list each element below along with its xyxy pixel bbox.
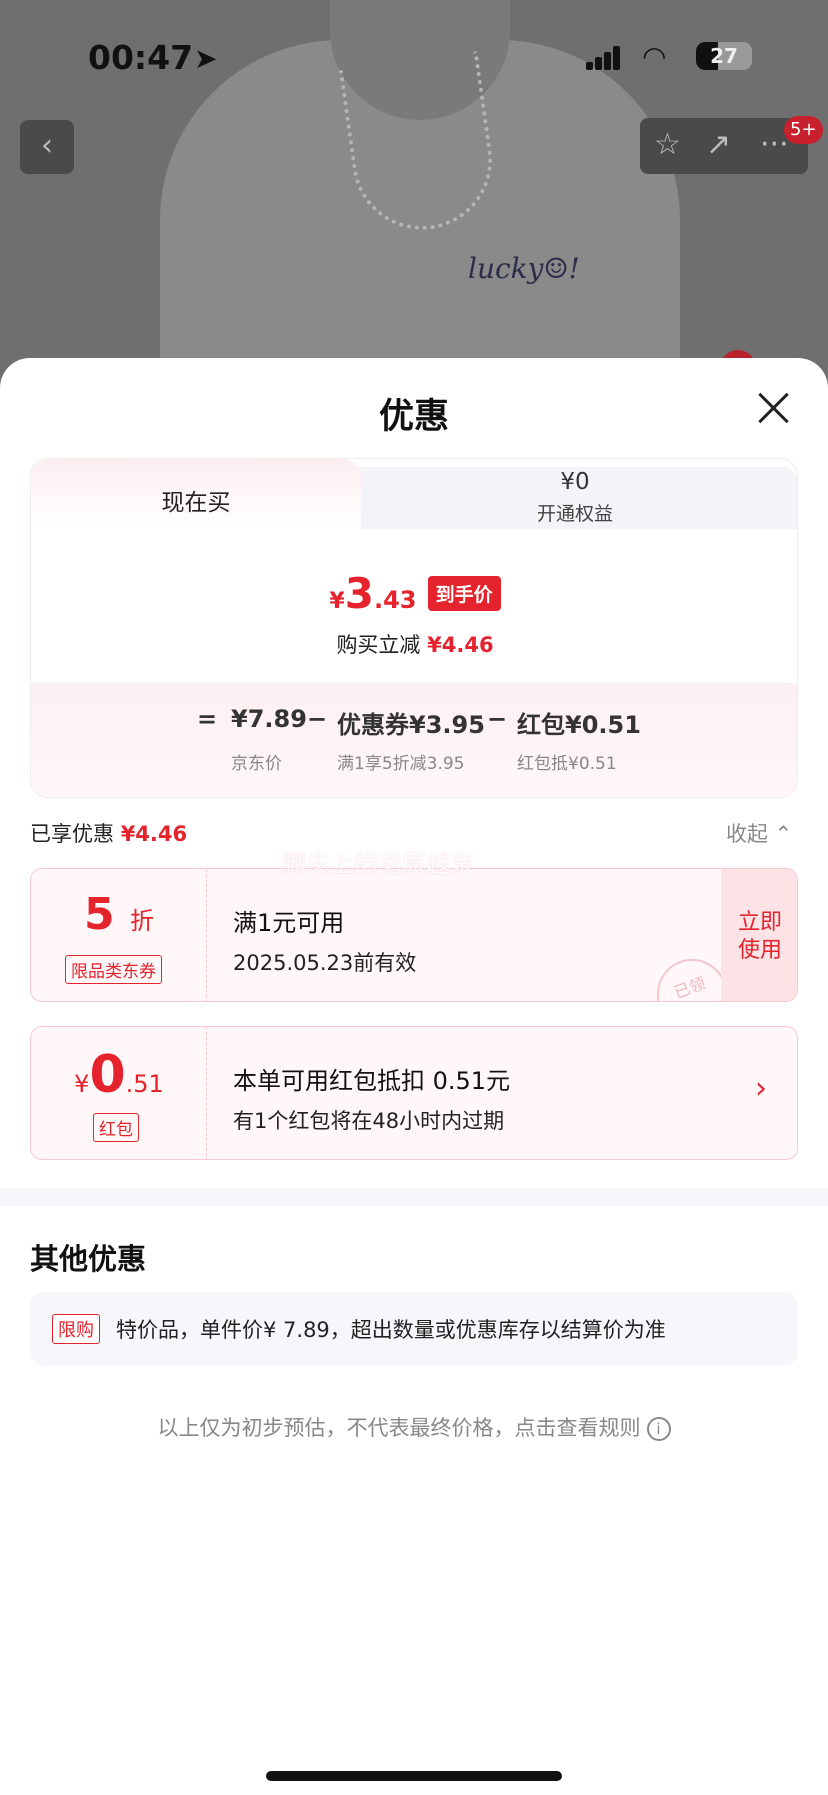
message-badge: 5+ — [784, 116, 823, 144]
redpacket-note: 有1个红包将在48小时内过期 — [233, 1109, 505, 1133]
back-button[interactable]: ‹ — [20, 120, 74, 174]
price-card: ¥0 开通权益 现在买 ¥3.43 到手价 购买立减 ¥4.46 = ¥7.89… — [30, 458, 798, 798]
share-icon[interactable]: ↗ — [706, 127, 731, 162]
coupon-discount-value: 5 折 — [84, 889, 154, 940]
limit-text: 特价品，单件价¥ 7.89，超出数量或优惠库存以结算价为准 — [116, 1318, 666, 1342]
formula-minus: − — [307, 705, 328, 733]
shirt-print-text: lucky☺! — [468, 252, 580, 285]
status-time: 00:47 — [88, 38, 194, 77]
member-value: ¥0 — [560, 469, 590, 495]
redpacket-label: 红包抵¥0.51 — [517, 754, 617, 774]
sheet-title: 优惠 — [378, 397, 449, 437]
formula-minus: − — [487, 705, 508, 733]
location-arrow-icon: ➤ — [194, 42, 218, 75]
coupon-condition: 满1元可用 — [233, 909, 345, 937]
jd-price-label: 京东价 — [231, 754, 282, 774]
final-price-value: ¥3.43 — [329, 569, 417, 618]
chevron-right-icon: › — [755, 1071, 767, 1106]
coupon-card-redpacket[interactable]: ¥0.51 红包 本单可用红包抵扣 0.51元 有1个红包将在48小时内过期 › — [30, 1026, 798, 1160]
price-formula: = ¥7.89 − 优惠券¥3.95 − 红包¥0.51 京东价 满1享5折减3… — [31, 683, 797, 797]
info-icon[interactable]: i — [646, 1417, 671, 1441]
home-indicator — [266, 1771, 562, 1781]
collapse-button[interactable]: 收起 ⌃ — [726, 818, 792, 848]
price-tabs: ¥0 开通权益 现在买 — [31, 459, 797, 529]
enjoyed-discount: 已享优惠 ¥4.46 — [30, 822, 188, 846]
status-bar: 00:47 ➤ ◠ 27 — [0, 34, 828, 82]
member-label: 开通权益 — [536, 503, 613, 525]
discount-sheet: 优惠 ¥0 开通权益 现在买 ¥3.43 到手价 购买立减 ¥4.46 = ¥7… — [0, 358, 828, 1795]
redpacket-value: ¥0.51 — [74, 1045, 164, 1105]
limit-tag: 限购 — [52, 1314, 100, 1344]
instant-saving: 购买立减 ¥4.46 — [336, 633, 494, 657]
coupon-card-discount: 5 折 限品类东券 满1元可用 2025.05.23前有效 已领 立即 使用 — [30, 868, 798, 1002]
rules-footer[interactable]: 以上仅为初步预估，不代表最终价格，点击查看规则 i — [0, 1412, 828, 1442]
top-toolbar: ☆ ↗ ··· — [640, 118, 808, 174]
redpacket-type-label: 红包 — [93, 1113, 139, 1142]
final-price: ¥3.43 到手价 — [31, 569, 797, 618]
formula-coupon: 优惠券¥3.95 — [337, 711, 485, 739]
coupon-value-panel: 5 折 限品类东券 — [31, 869, 207, 1001]
wifi-icon: ◠ — [642, 40, 667, 73]
coupon-label: 满1享5折减3.95 — [337, 754, 465, 774]
formula-jd-price: ¥7.89 — [231, 705, 307, 733]
redpacket-title: 本单可用红包抵扣 0.51元 — [233, 1067, 511, 1095]
purchase-limit-notice: 限购 特价品，单件价¥ 7.89，超出数量或优惠库存以结算价为准 — [30, 1292, 798, 1366]
watermark-text: 脚尖上的老原越来 — [282, 850, 474, 878]
formula-equals: = — [197, 705, 218, 733]
star-icon[interactable]: ☆ — [654, 127, 681, 162]
tab-member-benefits[interactable]: ¥0 开通权益 — [351, 467, 797, 529]
close-icon[interactable] — [756, 390, 792, 426]
final-price-tag: 到手价 — [427, 576, 501, 611]
coupon-expiry: 2025.05.23前有效 — [233, 951, 417, 975]
redpacket-value-panel: ¥0.51 红包 — [31, 1027, 207, 1159]
section-divider — [0, 1188, 828, 1206]
other-discounts-title: 其他优惠 — [30, 1242, 147, 1276]
cellular-signal-icon — [586, 46, 622, 70]
coupon-type-label: 限品类东券 — [65, 955, 162, 984]
tab-buy-now[interactable]: 现在买 — [31, 459, 361, 529]
battery-icon: 27 — [696, 42, 752, 70]
tab-buy-now-label: 现在买 — [161, 490, 231, 516]
formula-redpacket: 红包¥0.51 — [517, 711, 641, 739]
use-now-button[interactable]: 立即 使用 — [721, 869, 797, 1001]
